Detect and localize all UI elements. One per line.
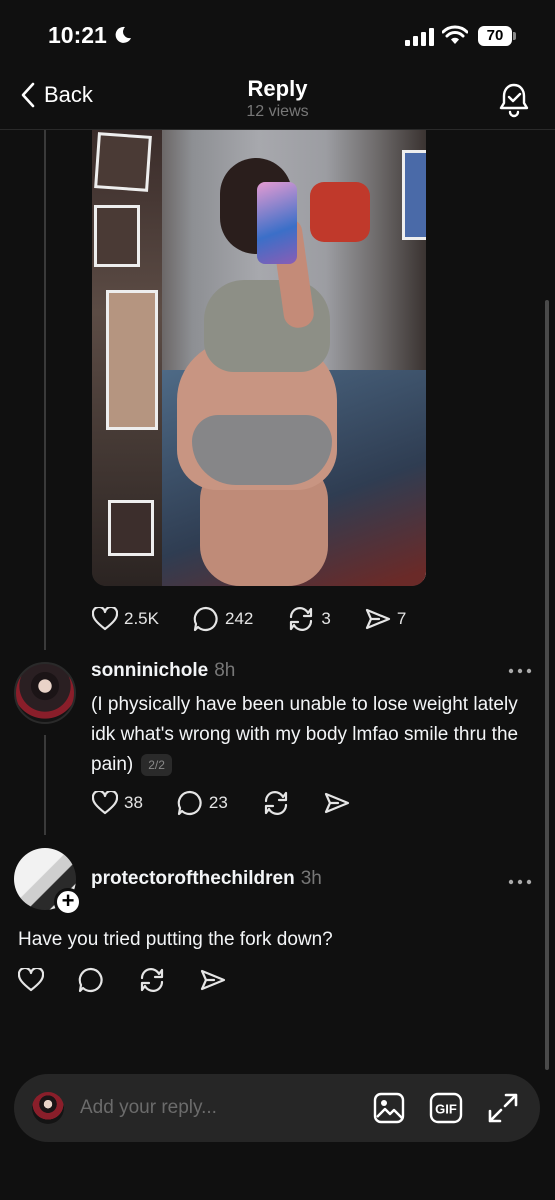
reply-composer: GIF xyxy=(14,1074,540,1142)
thread-line xyxy=(44,735,46,835)
like-count: 38 xyxy=(124,793,143,812)
repost-button[interactable] xyxy=(262,790,290,816)
speech-bubble-icon xyxy=(177,790,202,816)
comment-button[interactable]: 242 xyxy=(193,606,253,632)
nav-header: Back Reply 12 views xyxy=(0,70,555,130)
follow-button[interactable]: + xyxy=(54,888,82,916)
more-options-button[interactable] xyxy=(508,655,532,681)
repost-icon xyxy=(140,968,164,992)
heart-icon xyxy=(92,791,118,815)
repost-icon xyxy=(264,791,287,815)
send-icon xyxy=(200,969,226,991)
comment-button[interactable]: 23 xyxy=(177,790,228,816)
thread-pager: 2/2 xyxy=(141,753,172,776)
more-options-button[interactable] xyxy=(508,866,532,892)
comment-count: 242 xyxy=(224,609,254,628)
share-button[interactable] xyxy=(324,791,350,815)
battery-level: 70 xyxy=(478,26,512,46)
share-button[interactable]: 7 xyxy=(365,607,406,631)
wifi-icon xyxy=(442,25,468,44)
repost-button[interactable] xyxy=(138,967,166,993)
reply-actions: 38 23 xyxy=(92,790,384,816)
send-icon xyxy=(324,792,349,814)
page-title: Reply xyxy=(247,76,308,101)
svg-text:GIF: GIF xyxy=(435,1102,457,1117)
comment-button[interactable] xyxy=(78,967,104,993)
status-time: 10:21 xyxy=(48,22,107,48)
signal-icon xyxy=(405,28,434,46)
repost-count: 3 xyxy=(321,609,331,628)
thread-line xyxy=(44,130,46,650)
reply-text: Have you tried putting the fork down? xyxy=(18,929,333,950)
scrollbar[interactable] xyxy=(545,300,549,1070)
view-count: 12 views xyxy=(246,103,309,120)
repost-button[interactable]: 3 xyxy=(287,606,331,632)
avatar xyxy=(32,1092,64,1124)
battery-indicator: 70 xyxy=(478,26,516,46)
reply-actions xyxy=(18,967,260,993)
moon-icon xyxy=(115,26,131,43)
reply-username[interactable]: protectorofthechildren 3h xyxy=(91,868,322,890)
bell-check-icon[interactable] xyxy=(497,82,531,118)
speech-bubble-icon xyxy=(78,967,103,993)
reply-text: (I physically have been unable to lose w… xyxy=(91,690,521,780)
like-button[interactable]: 38 xyxy=(92,791,143,815)
repost-icon xyxy=(290,607,313,631)
like-count: 2.5K xyxy=(124,609,159,628)
share-count: 7 xyxy=(396,609,407,628)
avatar[interactable] xyxy=(14,662,76,724)
reply-time: 3h xyxy=(300,868,322,889)
gif-icon[interactable]: GIF xyxy=(428,1091,464,1125)
like-button[interactable] xyxy=(18,968,44,992)
comment-count: 23 xyxy=(208,793,228,812)
like-button[interactable]: 2.5K xyxy=(92,607,159,631)
more-dots-icon xyxy=(508,668,532,674)
reply-username[interactable]: sonninichole 8h xyxy=(91,660,235,682)
post-actions: 2.5K 242 3 7 xyxy=(92,606,440,632)
status-bar: 10:21 70 xyxy=(0,0,555,70)
image-icon[interactable] xyxy=(372,1091,406,1125)
reply-input[interactable] xyxy=(80,1092,350,1124)
reply-time: 8h xyxy=(214,660,236,681)
more-dots-icon xyxy=(508,879,532,885)
expand-icon[interactable] xyxy=(486,1091,520,1125)
post-image[interactable] xyxy=(92,130,426,586)
username-text: protectorofthechildren xyxy=(91,868,295,889)
heart-icon xyxy=(92,607,118,631)
heart-icon xyxy=(18,968,44,992)
share-button[interactable] xyxy=(200,968,226,992)
send-icon xyxy=(365,608,390,630)
speech-bubble-icon xyxy=(193,606,218,632)
username-text: sonninichole xyxy=(91,660,209,681)
